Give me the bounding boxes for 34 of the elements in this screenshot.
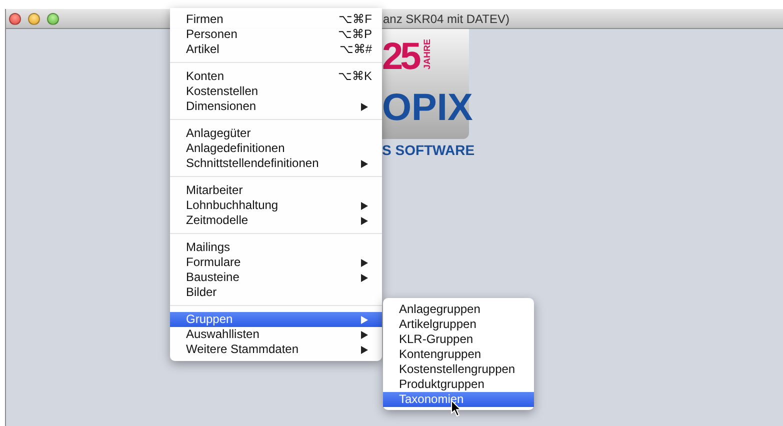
menu-item[interactable]: Kostenstellengruppen	[383, 362, 534, 377]
menu-item[interactable]: Bilder	[170, 285, 382, 300]
menu-item[interactable]: KLR-Gruppen	[383, 332, 534, 347]
logo-name: OPIX	[382, 89, 473, 127]
menu-item[interactable]: Konten ⌥⌘K	[170, 69, 382, 84]
menu-item[interactable]: Taxonomien	[383, 392, 534, 407]
menu-item[interactable]: Mailings	[170, 240, 382, 255]
menu-item[interactable]: Schnittstellendefinitionen	[170, 156, 382, 171]
zoom-button[interactable]	[47, 12, 59, 24]
menu-item[interactable]: Zeitmodelle	[170, 213, 382, 228]
window-title: anz SKR04 mit DATEV)	[383, 12, 510, 26]
menu-item[interactable]: Artikelgruppen	[383, 317, 534, 332]
menu-item[interactable]: Anlagegüter	[170, 126, 382, 141]
close-button[interactable]	[9, 12, 21, 24]
menu-item[interactable]: Personen ⌥⌘P	[170, 27, 382, 42]
menu-item[interactable]: Gruppen	[170, 312, 382, 327]
menu-item[interactable]: Bausteine	[170, 270, 382, 285]
menu-item[interactable]: Weitere Stammdaten	[170, 342, 382, 357]
logo-number: 25	[382, 39, 418, 75]
menu-item[interactable]: Formulare	[170, 255, 382, 270]
logo-subtitle: S SOFTWARE	[382, 141, 475, 159]
logo-tag: JAHRE	[422, 39, 432, 70]
minimize-button[interactable]	[28, 12, 40, 24]
menu-item[interactable]: Kontengruppen	[383, 347, 534, 362]
menu-item[interactable]: Lohnbuchhaltung	[170, 198, 382, 213]
menu-item[interactable]: Dimensionen	[170, 99, 382, 114]
menu-item[interactable]: Anlagedefinitionen	[170, 141, 382, 156]
menu-item[interactable]: Produktgruppen	[383, 377, 534, 392]
menu-item[interactable]: Firmen ⌥⌘F	[170, 12, 382, 27]
menu-item[interactable]: Kostenstellen	[170, 84, 382, 99]
menu-item[interactable]: Anlagegruppen	[383, 302, 534, 317]
menu-item[interactable]: Mitarbeiter	[170, 183, 382, 198]
menu-item[interactable]: Artikel ⌥⌘#	[170, 42, 382, 57]
menu-item[interactable]: Auswahllisten	[170, 327, 382, 342]
